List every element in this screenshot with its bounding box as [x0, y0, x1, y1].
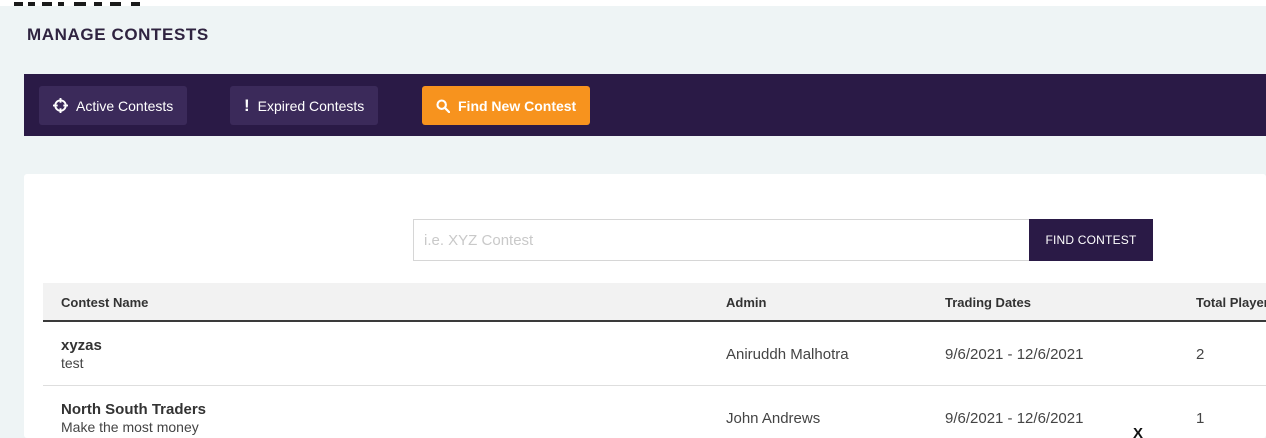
contest-admin: John Andrews	[726, 410, 821, 427]
contest-description: Make the most money	[61, 419, 199, 435]
search-icon	[436, 98, 450, 113]
contest-description: test	[61, 355, 84, 371]
contest-nav-bar: Active Contests ! Expired Contests Find …	[24, 74, 1266, 136]
top-edge-strip	[0, 0, 1266, 6]
contest-trading-dates: 9/6/2021 - 12/6/2021	[945, 410, 1084, 427]
stray-x-mark: X	[1133, 425, 1144, 438]
column-header-contest-name: Contest Name	[61, 295, 149, 310]
expired-contests-button[interactable]: ! Expired Contests	[230, 86, 379, 125]
column-header-admin: Admin	[726, 295, 767, 310]
find-contest-button[interactable]: FIND CONTEST	[1029, 219, 1153, 261]
contest-total-players: 1	[1196, 410, 1205, 427]
column-header-total-player: Total Player	[1196, 295, 1266, 310]
active-contests-label: Active Contests	[76, 97, 174, 114]
contest-admin: Aniruddh Malhotra	[726, 346, 849, 363]
contest-name: xyzas	[61, 337, 102, 354]
contest-table-header: Contest Name Admin Trading Dates Total P…	[43, 283, 1266, 322]
contest-total-players: 2	[1196, 346, 1205, 363]
contest-search-card: FIND CONTEST Contest Name Admin Trading …	[24, 174, 1266, 438]
exclamation-icon: !	[244, 96, 250, 115]
page-title: MANAGE CONTESTS	[27, 25, 209, 44]
contest-search-input[interactable]	[413, 219, 1030, 261]
table-row[interactable]: North South Traders Make the most money …	[43, 386, 1266, 438]
active-contests-button[interactable]: Active Contests	[39, 86, 188, 125]
table-row[interactable]: xyzas test Aniruddh Malhotra 9/6/2021 - …	[43, 322, 1266, 386]
find-new-contest-label: Find New Contest	[458, 97, 577, 114]
find-new-contest-button[interactable]: Find New Contest	[422, 86, 591, 125]
clipped-heading-fragment	[14, 0, 154, 6]
contest-name: North South Traders	[61, 401, 207, 418]
crosshair-icon	[53, 98, 68, 113]
contest-trading-dates: 9/6/2021 - 12/6/2021	[945, 346, 1084, 363]
expired-contests-label: Expired Contests	[257, 97, 365, 114]
manage-contests-page: MANAGE CONTESTS Active Contests ! Expire…	[0, 0, 1266, 438]
column-header-trading-dates: Trading Dates	[945, 295, 1031, 310]
